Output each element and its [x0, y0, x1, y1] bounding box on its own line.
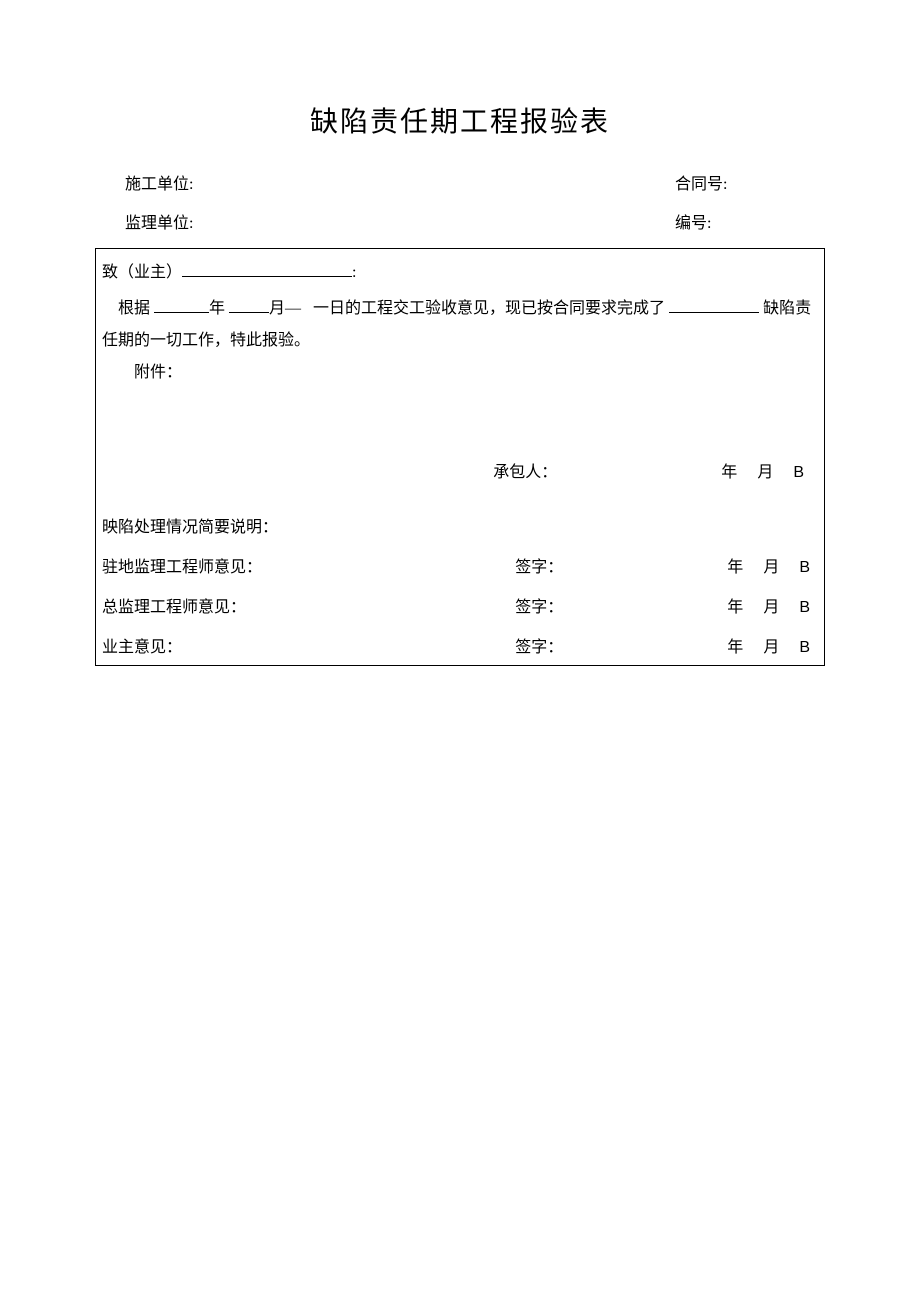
- section-owner-opinion: 业主意见： 签字： 年 月 B: [96, 625, 825, 666]
- month-char: 月: [269, 300, 285, 317]
- section-resident-engineer: 驻地监理工程师意见： 签字： 年 月 B: [96, 545, 825, 585]
- blank-owner-name[interactable]: [182, 261, 302, 277]
- header-row-2: 监理单位: 编号:: [95, 209, 825, 233]
- day-text: 一日的工程交工验收意见，现已按合同要求完成了: [313, 300, 665, 317]
- b-label-3: B: [799, 559, 812, 577]
- header-row-1: 施工单位: 合同号:: [95, 170, 825, 194]
- defect-description-heading: 映陷处理情况简要说明：: [102, 513, 818, 537]
- section-to-owner: 致（业主）: 根据 年 月— 一日的工程交工验收意见，现已按合同要求完成了 缺陷…: [96, 249, 825, 506]
- sign-label-5: 签字：: [515, 633, 563, 657]
- attachment-label: 附件：: [134, 364, 182, 381]
- sign-label-3: 签字：: [515, 553, 563, 577]
- page-title: 缺陷责任期工程报验表: [95, 100, 825, 140]
- form-table: 致（业主）: 根据 年 月— 一日的工程交工验收意见，现已按合同要求完成了 缺陷…: [95, 248, 825, 666]
- line2-text: 任期的一切工作，特此报验。: [102, 332, 310, 349]
- year-char: 年: [209, 300, 225, 317]
- b-label: B: [793, 457, 806, 489]
- year-label-4: 年: [727, 593, 745, 617]
- contractor-label: 承包人：: [493, 457, 557, 489]
- serial-no-label: 编号:: [675, 209, 795, 233]
- contract-no-label: 合同号:: [675, 170, 795, 194]
- year-label-5: 年: [727, 633, 745, 657]
- month-label-5: 月: [763, 633, 781, 657]
- month-label: 月: [757, 457, 775, 489]
- blank-year[interactable]: [154, 297, 209, 313]
- basis-prefix: 根据: [118, 300, 150, 317]
- section-defect-description: 映陷处理情况简要说明：: [96, 505, 825, 545]
- to-owner-label: 致（业主）: [102, 264, 182, 281]
- blank-project[interactable]: [669, 297, 759, 313]
- b-label-5: B: [799, 639, 812, 657]
- year-label-3: 年: [727, 553, 745, 577]
- sign-label-4: 签字：: [515, 593, 563, 617]
- contractor-signature-line: 承包人： 年 月 B: [102, 457, 818, 489]
- resident-engineer-signature-line: 签字： 年 月 B: [96, 553, 824, 577]
- blank-month[interactable]: [229, 297, 269, 313]
- defect-resp-suffix: 缺陷责: [763, 300, 811, 317]
- supervision-unit-label: 监理单位:: [125, 209, 675, 233]
- chief-engineer-signature-line: 签字： 年 月 B: [96, 593, 824, 617]
- month-label-4: 月: [763, 593, 781, 617]
- b-label-4: B: [799, 599, 812, 617]
- blank-owner-name-2[interactable]: [302, 261, 352, 277]
- owner-signature-line: 签字： 年 月 B: [96, 633, 824, 657]
- section-chief-engineer: 总监理工程师意见： 签字： 年 月 B: [96, 585, 825, 625]
- year-label: 年: [721, 457, 739, 489]
- month-label-3: 月: [763, 553, 781, 577]
- colon: :: [352, 264, 356, 281]
- construction-unit-label: 施工单位:: [125, 170, 675, 194]
